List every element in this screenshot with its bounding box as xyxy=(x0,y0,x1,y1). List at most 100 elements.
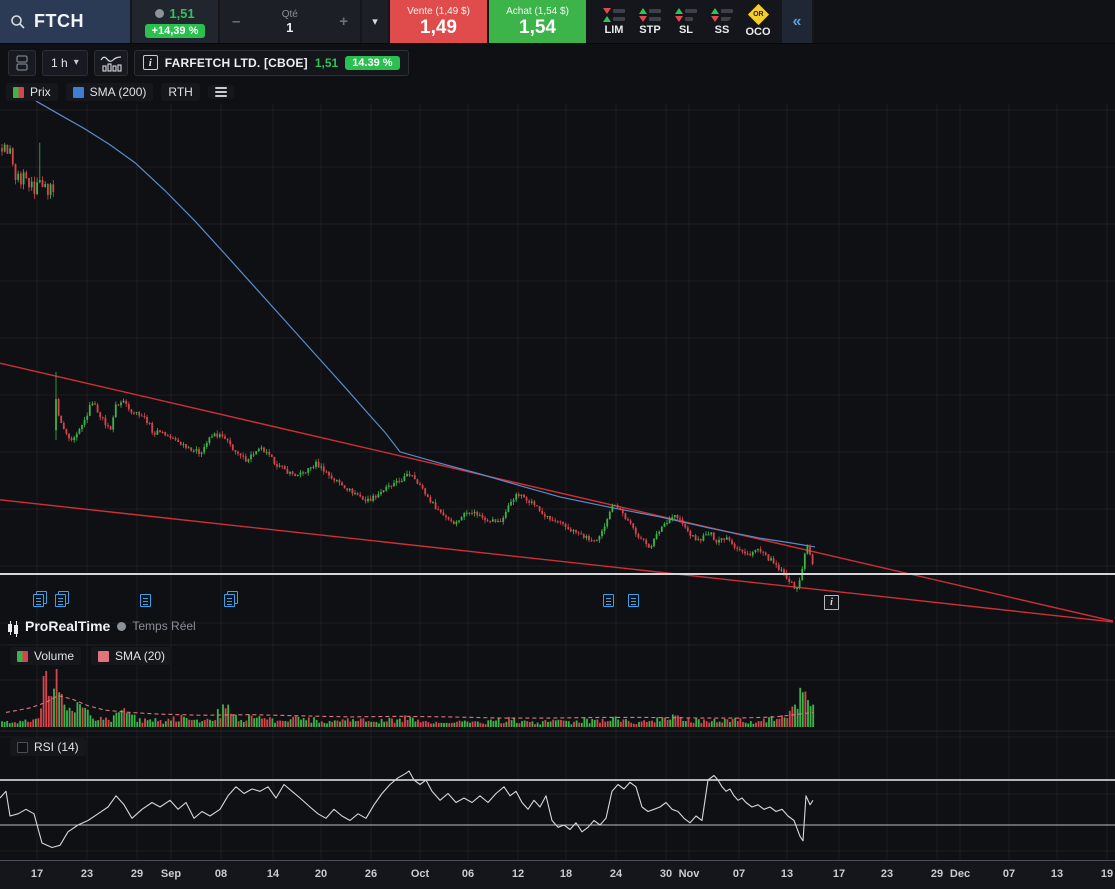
limit-order-icon xyxy=(603,7,625,22)
collapse-panel-button[interactable]: « xyxy=(782,0,812,43)
qty-value[interactable]: 1 xyxy=(286,20,293,35)
info-icon: i xyxy=(142,55,158,70)
oco-order-button[interactable]: OR OCO xyxy=(742,3,774,38)
candle-swatch-icon xyxy=(13,86,24,98)
news-document-icon[interactable] xyxy=(224,594,235,607)
order-bar: FTCH 1,51 +14,39 % – Qté 1 + ▾ Vente (1,… xyxy=(0,0,1115,44)
chevron-down-icon: ▾ xyxy=(372,16,378,28)
quantity-stepper: – Qté 1 + xyxy=(220,0,360,43)
oco-diamond-icon: OR xyxy=(747,3,769,26)
buy-price: 1,54 xyxy=(519,16,556,38)
x-axis-label: Sep xyxy=(160,868,182,880)
stop-loss-button[interactable]: SL xyxy=(670,7,702,36)
x-axis-label: 20 xyxy=(314,868,328,880)
price-legend: Prix SMA (200) RTH xyxy=(0,81,1115,103)
chart-style-icon xyxy=(100,55,122,72)
legend-sma200[interactable]: SMA (200) xyxy=(65,83,154,101)
legend-rsi-item[interactable]: RSI (14) xyxy=(10,738,86,756)
chart-toolbar: 1 h ▾ i FARFETCH LTD. [CBOE] 1,51 14.39 … xyxy=(0,45,1115,80)
timeframe-value: 1 h xyxy=(51,55,68,70)
x-axis-label: 06 xyxy=(461,868,475,880)
prorealtime-logo-icon xyxy=(8,618,18,637)
x-axis-label: 07 xyxy=(732,868,746,880)
x-axis-label: 29 xyxy=(130,868,144,880)
x-axis-label: Dec xyxy=(949,868,971,880)
instrument-change-badge: 14.39 % xyxy=(345,55,400,70)
time-axis: 17 23 29 Sep 08 14 20 26 Oct 06 12 18 24 30 Nov 07 13 17 2… xyxy=(0,860,1115,889)
chart-info-icon[interactable]: i xyxy=(824,595,839,610)
chart-style-button[interactable] xyxy=(93,49,128,76)
status-dot-icon xyxy=(117,621,127,631)
x-axis-label: Oct xyxy=(410,868,430,880)
last-price-cell: 1,51 +14,39 % xyxy=(132,0,218,43)
sma200-swatch-icon xyxy=(72,86,84,98)
search-icon xyxy=(11,14,25,29)
x-axis-label: 13 xyxy=(1050,868,1064,880)
sell-button[interactable]: Vente (1,49 $) 1,49 xyxy=(390,0,487,43)
rsi-legend: RSI (14) xyxy=(10,738,86,756)
buy-button[interactable]: Achat (1,54 $) 1,54 xyxy=(489,0,586,43)
x-axis-label: 17 xyxy=(30,868,44,880)
stop-order-icon xyxy=(639,7,661,22)
news-document-icon[interactable] xyxy=(603,594,614,607)
trading-app: FTCH 1,51 +14,39 % – Qté 1 + ▾ Vente (1,… xyxy=(0,0,1115,889)
x-axis-label: 19 xyxy=(1100,868,1114,880)
brand-name: ProRealTime xyxy=(25,618,111,634)
stop-loss-icon xyxy=(675,7,697,22)
x-axis-label: 18 xyxy=(559,868,573,880)
platform-watermark: ProRealTime Temps Réel xyxy=(8,618,196,637)
x-axis-label: 07 xyxy=(1002,868,1016,880)
volume-legend: Volume SMA (20) xyxy=(10,647,173,665)
panels-icon xyxy=(16,54,28,71)
x-axis-label: 08 xyxy=(214,868,228,880)
qty-label: Qté xyxy=(281,8,298,20)
trailing-stop-icon xyxy=(711,7,733,22)
x-axis-label: 12 xyxy=(511,868,525,880)
x-axis-label: 14 xyxy=(266,868,280,880)
x-axis-label: 17 xyxy=(832,868,846,880)
chevron-down-icon: ▾ xyxy=(73,57,79,68)
x-axis-label: Nov xyxy=(678,868,700,880)
volume-swatch-icon xyxy=(17,650,28,662)
symbol-ticker: FTCH xyxy=(34,11,84,31)
order-type-buttons: LIM STP SL SS OR OCO xyxy=(588,0,782,43)
symbol-search[interactable]: FTCH xyxy=(0,0,130,43)
legend-prix[interactable]: Prix xyxy=(6,83,58,101)
legend-volume-item[interactable]: Volume xyxy=(10,647,82,665)
realtime-status: Temps Réel xyxy=(117,619,196,633)
x-axis-label: 23 xyxy=(880,868,894,880)
price-chart-canvas[interactable] xyxy=(0,0,1115,889)
order-options-dropdown[interactable]: ▾ xyxy=(362,0,388,43)
list-menu-icon xyxy=(214,87,227,97)
qty-decrease-button[interactable]: – xyxy=(232,13,240,30)
news-document-icon[interactable] xyxy=(628,594,639,607)
sell-label: Vente (1,49 $) xyxy=(407,5,470,17)
trailing-stop-button[interactable]: SS xyxy=(706,7,738,36)
instrument-info-bar[interactable]: i FARFETCH LTD. [CBOE] 1,51 14.39 % xyxy=(133,49,409,76)
x-axis-label: 23 xyxy=(80,868,94,880)
news-document-icon[interactable] xyxy=(140,594,151,607)
last-price: 1,51 xyxy=(169,5,195,21)
qty-increase-button[interactable]: + xyxy=(339,13,348,30)
topbar-spacer xyxy=(814,0,1115,43)
news-document-icon[interactable] xyxy=(33,594,44,607)
legend-rth[interactable]: RTH xyxy=(161,83,200,101)
news-document-icon[interactable] xyxy=(55,594,66,607)
rsi-swatch-icon xyxy=(17,741,28,753)
x-axis-label: 26 xyxy=(364,868,378,880)
instrument-price: 1,51 xyxy=(314,55,339,70)
double-chevron-left-icon: « xyxy=(792,12,802,30)
sell-price: 1,49 xyxy=(420,16,457,38)
indicator-list-button[interactable] xyxy=(207,85,234,99)
limit-order-button[interactable]: LIM xyxy=(598,7,630,36)
timeframe-selector[interactable]: 1 h ▾ xyxy=(42,49,88,76)
volume-sma-swatch-icon xyxy=(98,650,110,662)
legend-volume-sma[interactable]: SMA (20) xyxy=(91,647,173,665)
layout-panels-button[interactable] xyxy=(8,49,36,76)
buy-label: Achat (1,54 $) xyxy=(506,5,569,17)
x-axis-label: 13 xyxy=(780,868,794,880)
market-status-icon xyxy=(155,8,165,18)
change-badge: +14,39 % xyxy=(144,23,206,38)
stop-order-button[interactable]: STP xyxy=(634,7,666,36)
instrument-name: FARFETCH LTD. [CBOE] xyxy=(164,55,308,70)
